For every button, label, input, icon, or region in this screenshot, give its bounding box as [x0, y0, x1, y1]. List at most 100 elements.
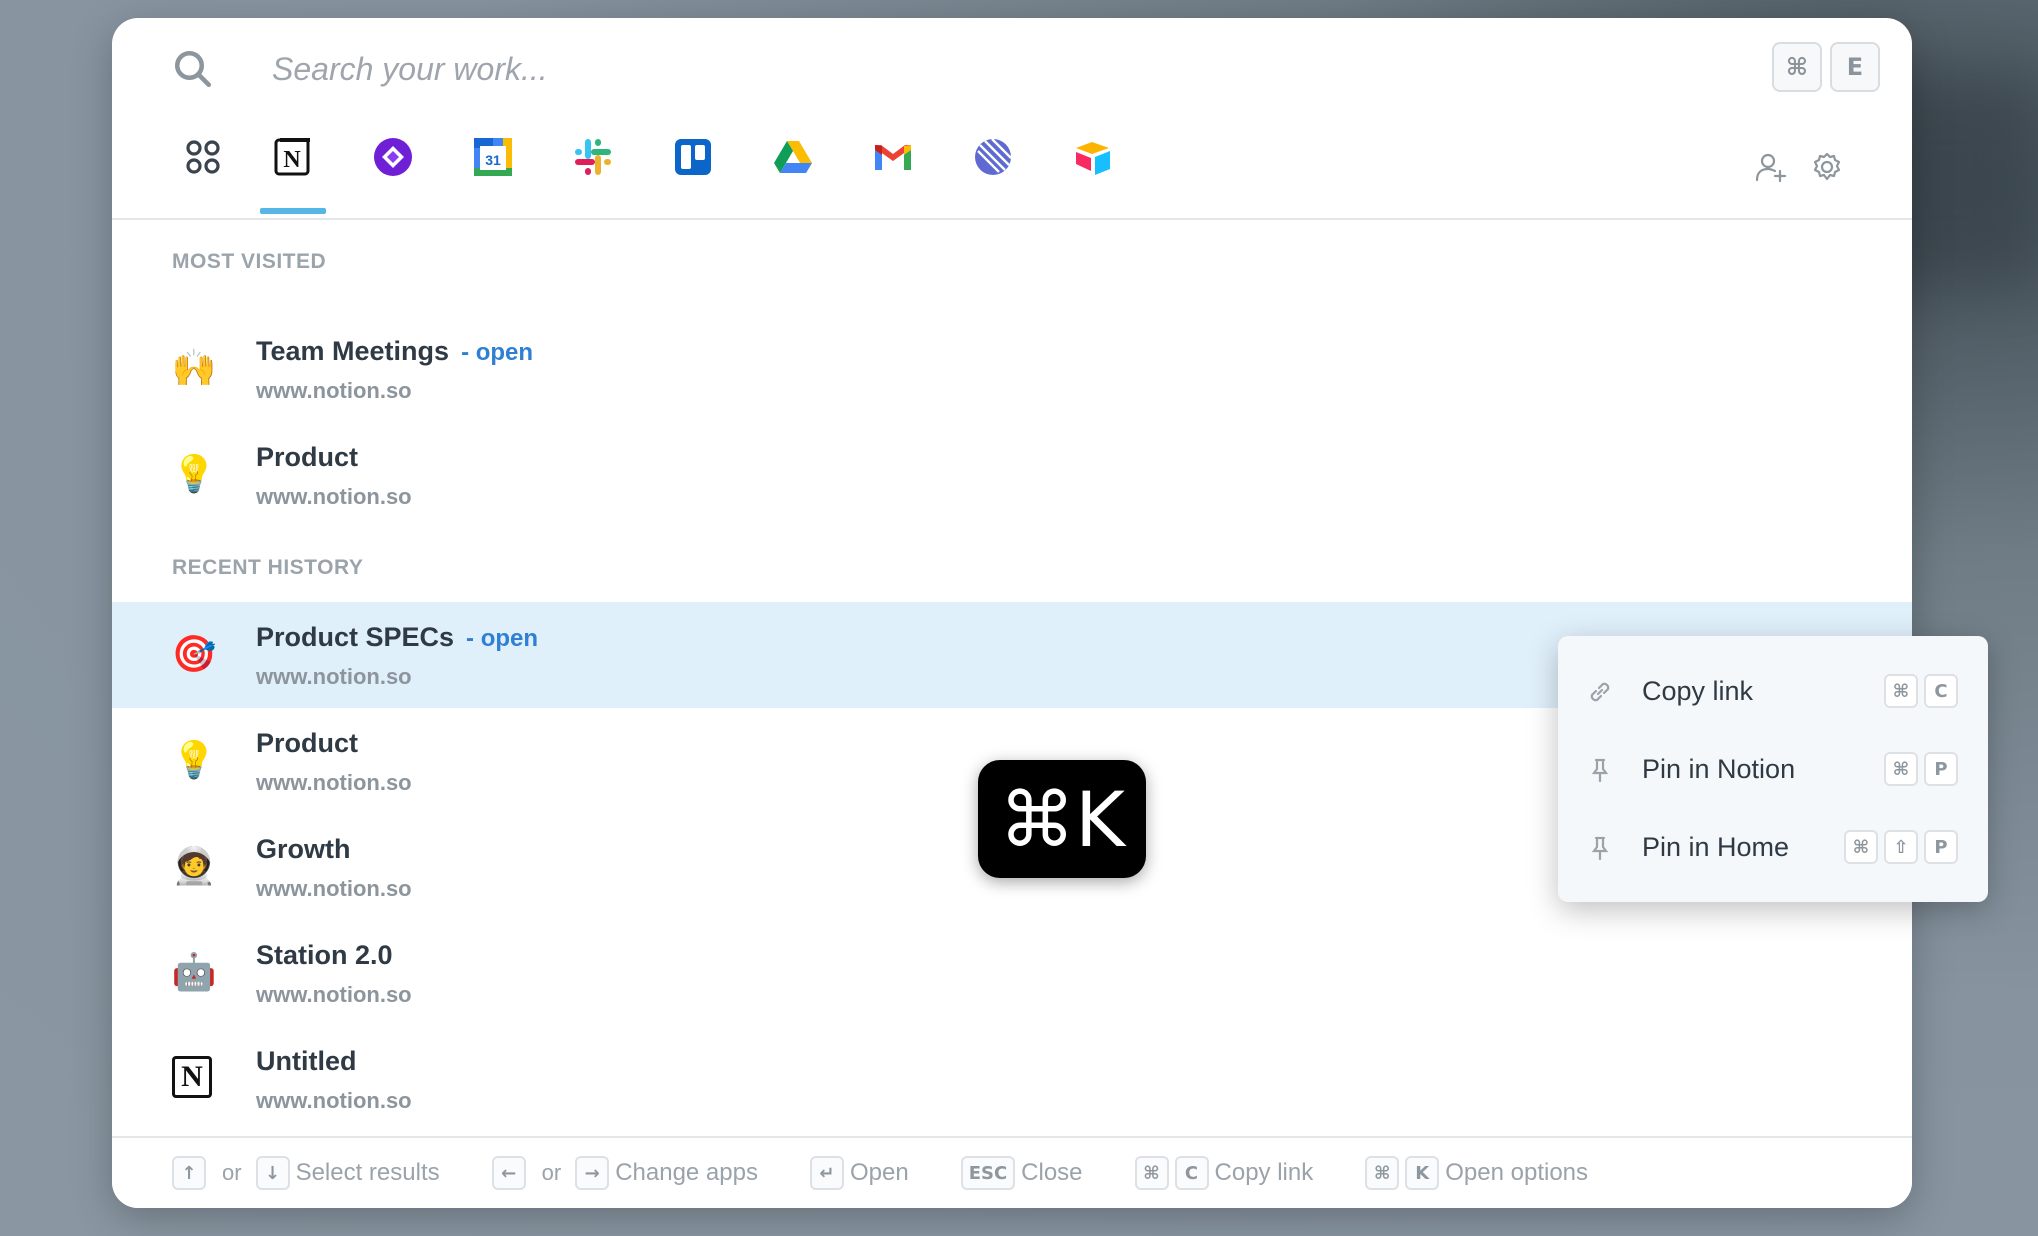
- hint-open-options: ⌘ K Open options: [1365, 1156, 1596, 1190]
- cmd-key: ⌘: [1884, 674, 1918, 708]
- trello-icon: [675, 139, 711, 175]
- item-url: www.notion.so: [256, 982, 412, 1007]
- menu-item-copy-link[interactable]: Copy link ⌘ C: [1558, 656, 1988, 726]
- tab-all-apps[interactable]: [170, 136, 236, 208]
- list-item[interactable]: 🤖 Station 2.0 www.notion.so: [112, 920, 1912, 1026]
- hint-label: Close: [1021, 1159, 1083, 1186]
- k-key: K: [1405, 1156, 1440, 1190]
- item-url: www.notion.so: [256, 876, 412, 901]
- cmd-key: ⌘: [1365, 1156, 1400, 1190]
- menu-item-label: Pin in Home: [1642, 832, 1790, 862]
- item-url: www.notion.so: [256, 1088, 412, 1113]
- hint-or: or: [541, 1160, 562, 1185]
- arrow-down-key: ↓: [255, 1156, 290, 1190]
- app-tabs: N 31: [112, 128, 1912, 220]
- list-item[interactable]: 🙌 Team Meetings - open www.notion.so: [112, 316, 1912, 422]
- p-key: P: [1924, 830, 1958, 864]
- hint-label: Copy link: [1214, 1159, 1314, 1186]
- cmd-key: ⌘: [1134, 1156, 1169, 1190]
- hint-label: Open: [849, 1159, 909, 1186]
- search-icon: [174, 50, 212, 88]
- tab-clickup[interactable]: [360, 136, 426, 208]
- page-emoji-icon: 💡: [171, 740, 217, 781]
- list-item[interactable]: N Untitled www.notion.so: [112, 1026, 1912, 1132]
- page-emoji-icon: 🧑‍🚀: [171, 846, 217, 887]
- cmd-key: ⌘: [1844, 830, 1878, 864]
- section-most-visited: MOST VISITED: [172, 250, 327, 273]
- item-title: Untitled: [256, 1046, 357, 1076]
- enter-key: ↵: [809, 1156, 844, 1190]
- tab-google-calendar[interactable]: 31: [460, 136, 526, 208]
- slack-icon: [575, 139, 611, 175]
- page-emoji-icon: 💡: [171, 454, 217, 495]
- esc-key: ESC: [960, 1156, 1016, 1190]
- google-drive-icon: [774, 141, 812, 173]
- menu-item-pin-in-home[interactable]: Pin in Home ⌘ ⇧ P: [1558, 812, 1988, 882]
- search-bar: ⌘ E: [112, 18, 1912, 118]
- arrow-right-key: →: [575, 1156, 610, 1190]
- tab-linear[interactable]: [960, 136, 1026, 208]
- item-url: www.notion.so: [256, 378, 412, 403]
- list-item[interactable]: 💡 Product www.notion.so: [112, 422, 1912, 528]
- section-recent-history: RECENT HISTORY: [172, 556, 364, 579]
- tab-trello[interactable]: [660, 136, 726, 208]
- page-emoji-icon: 🙌: [171, 348, 217, 389]
- gear-icon[interactable]: [1810, 150, 1844, 184]
- airtable-icon: [1076, 142, 1110, 175]
- page-emoji-icon: 🤖: [171, 952, 217, 993]
- item-url: www.notion.so: [256, 484, 412, 509]
- arrow-left-key: ←: [491, 1156, 526, 1190]
- item-title: Growth: [256, 834, 351, 864]
- p-key: P: [1924, 752, 1958, 786]
- shortcut-badge: ⌘K: [978, 760, 1146, 878]
- tab-notion[interactable]: N: [260, 136, 326, 214]
- hint-label: Open options: [1445, 1159, 1589, 1186]
- hint-open: ↵ Open: [809, 1156, 917, 1190]
- item-title: Product: [256, 442, 359, 472]
- pin-icon: [1591, 758, 1609, 783]
- shift-key: ⇧: [1884, 830, 1918, 864]
- open-tag: - open: [461, 339, 534, 366]
- link-icon: [1590, 682, 1610, 702]
- menu-item-label: Copy link: [1642, 676, 1754, 706]
- open-tag: - open: [466, 625, 539, 652]
- footer-hints: ↑ or ↓ Select results ← or → Change apps…: [112, 1136, 1912, 1208]
- item-title: Station 2.0: [256, 940, 393, 970]
- tab-airtable[interactable]: [1060, 136, 1126, 208]
- gmail-icon: [875, 145, 911, 170]
- all-apps-icon: [186, 140, 220, 174]
- page-emoji-icon: 🎯: [171, 634, 217, 675]
- hint-label: Select results: [295, 1159, 440, 1186]
- command-palette: ⌘ E N: [112, 18, 1912, 1208]
- svg-text:N: N: [283, 147, 301, 173]
- context-menu: Copy link ⌘ C Pin in Notion ⌘ P Pin in H…: [1558, 636, 1988, 902]
- hint-copy-link: ⌘ C Copy link: [1134, 1156, 1322, 1190]
- hint-close: ESC Close: [960, 1156, 1091, 1190]
- menu-item-pin-in-notion[interactable]: Pin in Notion ⌘ P: [1558, 734, 1988, 804]
- calendar-date: 31: [485, 152, 501, 168]
- tab-slack[interactable]: [560, 136, 626, 208]
- pin-icon: [1591, 836, 1609, 861]
- c-key: C: [1174, 1156, 1209, 1190]
- hint-change-apps: ← or → Change apps: [491, 1156, 766, 1190]
- c-key: C: [1924, 674, 1958, 708]
- item-url: www.notion.so: [256, 664, 412, 689]
- clickup-icon: [374, 138, 412, 176]
- arrow-up-key: ↑: [172, 1156, 206, 1190]
- notion-icon: N: [274, 138, 310, 176]
- open-shortcut: ⌘ E: [1772, 42, 1880, 92]
- search-input[interactable]: [272, 44, 1372, 94]
- notion-page-icon: N: [172, 1056, 212, 1098]
- item-title: Team Meetings: [256, 336, 450, 366]
- item-url: www.notion.so: [256, 770, 412, 795]
- cmd-key: ⌘: [1884, 752, 1918, 786]
- hint-or: or: [222, 1160, 242, 1185]
- shortcut-key: ⌘: [1772, 42, 1822, 92]
- item-title: Product SPECs: [256, 622, 455, 652]
- invite-user-icon[interactable]: [1754, 150, 1788, 184]
- menu-item-label: Pin in Notion: [1642, 754, 1796, 784]
- tab-google-drive[interactable]: [760, 136, 826, 208]
- item-title: Product: [256, 728, 359, 758]
- google-calendar-icon: 31: [474, 138, 512, 176]
- tab-gmail[interactable]: [860, 136, 926, 208]
